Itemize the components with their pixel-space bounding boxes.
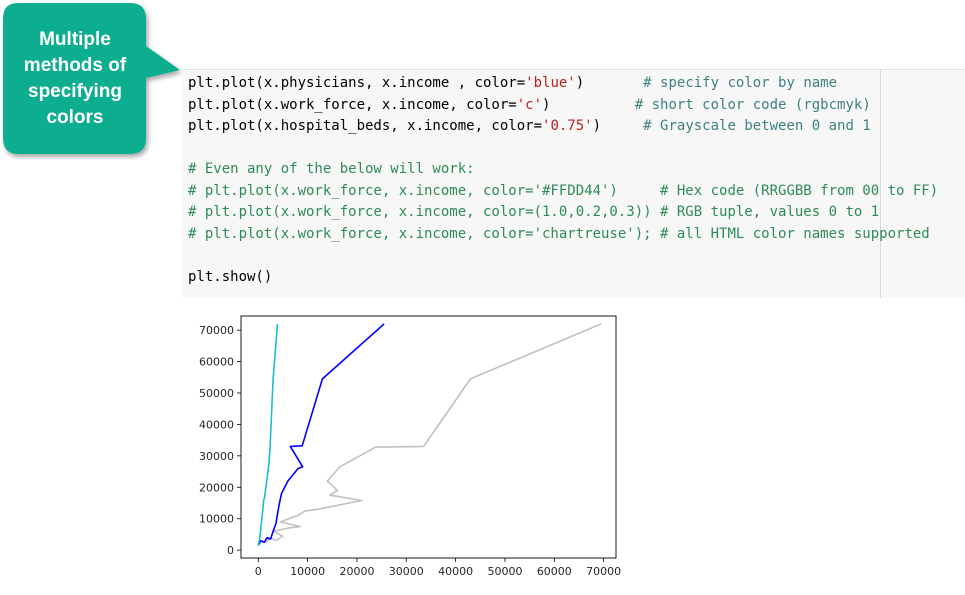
code-text: ) xyxy=(575,75,644,91)
x-tick-label: 10000 xyxy=(290,565,325,578)
y-tick-label: 40000 xyxy=(199,418,234,431)
line-chart: 0 10000 20000 30000 40000 50000 60000 70000 0 100… xyxy=(199,315,621,578)
code-text: plt.plot(x.hospital_beds, x.income, colo… xyxy=(188,118,543,134)
y-tick-label: 70000 xyxy=(199,324,234,337)
code-text: plt.plot(x.physicians, x.income , color= xyxy=(188,75,526,91)
y-tick-label: 30000 xyxy=(199,450,234,463)
code-editor[interactable]: plt.plot(x.physicians, x.income , color=… xyxy=(188,73,938,288)
code-text: plt.plot(x.work_force, x.income, color= xyxy=(188,96,517,113)
plot-frame xyxy=(240,315,617,559)
code-line: plt.plot(x.work_force, x.income, color='… xyxy=(188,95,938,117)
callout-text: Multiple methods of specifying colors xyxy=(23,29,127,128)
x-tick-label: 50000 xyxy=(487,565,522,578)
y-tick-label: 0 xyxy=(227,544,234,557)
code-string: '0.75' xyxy=(542,118,593,134)
code-comment: # plt.plot(x.work_force, x.income, color… xyxy=(188,225,930,242)
code-line: # plt.plot(x.work_force, x.income, color… xyxy=(188,224,938,246)
code-line: # Even any of the below will work: xyxy=(188,159,938,181)
series-line-1 xyxy=(257,323,385,546)
code-line: # plt.plot(x.work_force, x.income, color… xyxy=(188,181,938,203)
code-comment: # Even any of the below will work: xyxy=(188,161,475,177)
code-string: 'blue' xyxy=(525,75,576,91)
x-tick-label: 60000 xyxy=(537,565,572,578)
code-line: # plt.plot(x.work_force, x.income, color… xyxy=(188,202,938,224)
series-line-2 xyxy=(257,323,279,546)
code-text: ) xyxy=(542,96,635,113)
y-tick-label: 20000 xyxy=(199,481,234,494)
y-tick-label: 10000 xyxy=(199,513,234,526)
code-comment: # Grayscale between 0 and 1 xyxy=(643,118,871,134)
code-line: plt.plot(x.physicians, x.income , color=… xyxy=(188,73,938,95)
x-tick-label: 30000 xyxy=(389,565,424,578)
code-cell[interactable]: plt.plot(x.physicians, x.income , color=… xyxy=(182,69,965,298)
code-text: ) xyxy=(592,118,644,134)
code-comment: # short color code (rgbcmyk) xyxy=(634,96,871,113)
x-tick-label: 40000 xyxy=(438,565,473,578)
y-tick-label: 60000 xyxy=(199,356,234,369)
code-comment: # plt.plot(x.work_force, x.income, color… xyxy=(188,204,880,220)
x-tick-label: 20000 xyxy=(339,565,374,578)
code-string: 'c' xyxy=(516,96,543,113)
plot-output: 0 10000 20000 30000 40000 50000 60000 70000 0 100… xyxy=(195,310,625,595)
x-tick-label: 70000 xyxy=(586,565,621,578)
code-comment: # plt.plot(x.work_force, x.income, color… xyxy=(188,182,939,199)
code-line: plt.show() xyxy=(188,267,938,289)
code-comment: # specify color by name xyxy=(643,75,838,91)
code-line: plt.plot(x.hospital_beds, x.income, colo… xyxy=(188,116,938,138)
callout-bubble: Multiple methods of specifying colors xyxy=(0,0,190,160)
series-line-0 xyxy=(257,323,602,545)
y-tick-label: 50000 xyxy=(199,387,234,400)
code-text: plt.show() xyxy=(188,268,273,285)
x-tick-label: 0 xyxy=(255,565,262,578)
